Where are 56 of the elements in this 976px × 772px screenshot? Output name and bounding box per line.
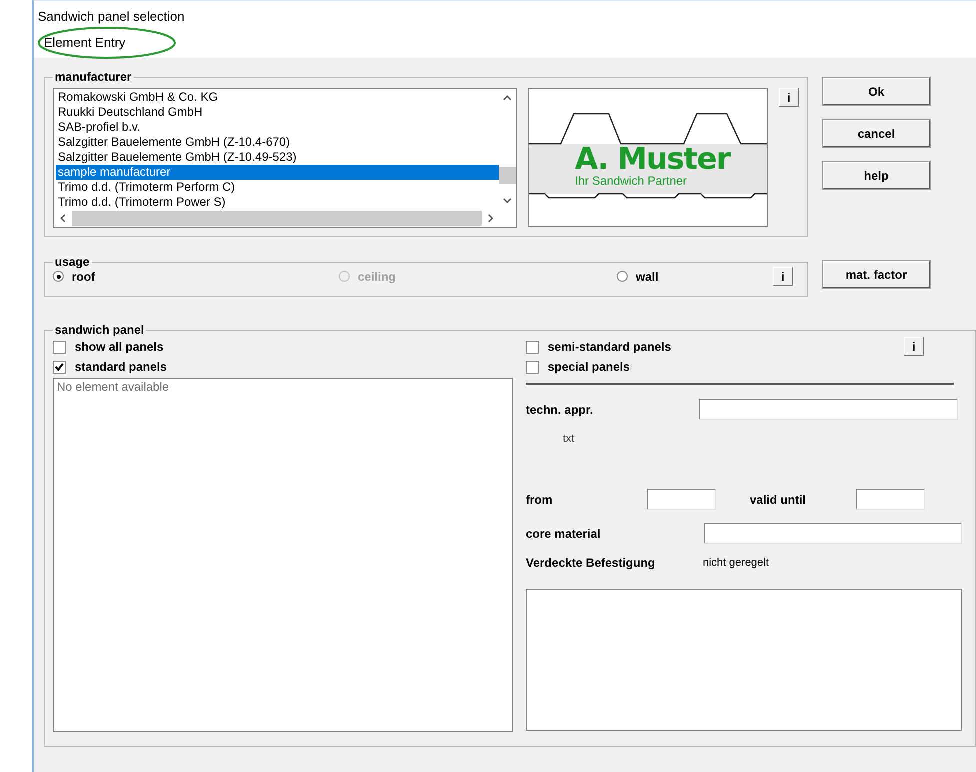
- checkbox[interactable]: [53, 360, 66, 374]
- field-label: core material: [526, 526, 601, 540]
- group-label: usage: [54, 255, 91, 269]
- info-button[interactable]: i: [773, 267, 793, 286]
- window-title: Sandwich panel selection: [38, 9, 186, 24]
- scroll-thumb[interactable]: [72, 211, 482, 226]
- checkbox-label: semi-standard panels: [548, 340, 672, 354]
- checkbox-label: show all panels: [75, 340, 164, 354]
- group-label: manufacturer: [54, 70, 133, 84]
- list-item[interactable]: Trimo d.d. (Trimoterm Power S): [56, 195, 499, 210]
- scroll-left-icon: [60, 214, 66, 223]
- scroll-down-icon: [503, 198, 512, 204]
- manufacturer-list[interactable]: [53, 88, 517, 228]
- empty-list-text: No element available: [56, 379, 170, 395]
- dialog-button[interactable]: Ok: [823, 78, 930, 105]
- checkbox[interactable]: [526, 360, 539, 374]
- checkbox[interactable]: [526, 340, 539, 354]
- checkbox-label: special panels: [548, 360, 630, 374]
- list-item[interactable]: Romakowski GmbH & Co. KG: [56, 90, 499, 105]
- field-label: valid until: [749, 492, 808, 506]
- list-item[interactable]: sample manufacturer: [56, 165, 499, 180]
- note-text: txt: [563, 433, 576, 445]
- checkbox-label: standard panels: [75, 360, 168, 374]
- input-field[interactable]: [856, 489, 925, 510]
- logo-title: A. Muster: [575, 145, 730, 175]
- field-label: Verdeckte Befestigung: [526, 556, 656, 570]
- check-icon: [54, 362, 65, 372]
- field-value: nicht geregelt: [703, 557, 770, 569]
- radio-label: roof: [72, 270, 96, 284]
- input-field[interactable]: [699, 399, 958, 420]
- window-subtitle: Element Entry: [43, 35, 127, 50]
- panel-list[interactable]: No element available: [53, 378, 513, 732]
- field-label: from: [526, 492, 554, 506]
- input-field[interactable]: [704, 523, 962, 544]
- dialog-button[interactable]: help: [823, 162, 930, 189]
- radio-label: wall: [636, 270, 659, 284]
- mat-factor-button[interactable]: mat. factor: [823, 261, 930, 288]
- info-button[interactable]: i: [904, 337, 924, 356]
- scroll-thumb[interactable]: [499, 167, 516, 184]
- radio-button[interactable]: [53, 271, 64, 282]
- list-item[interactable]: Salzgitter Bauelemente GmbH (Z-10.49-523): [56, 150, 499, 165]
- list-item[interactable]: Trimo d.d. (Trimoterm Perform C): [56, 180, 499, 195]
- radio-button[interactable]: [617, 271, 628, 282]
- scroll-right-icon: [488, 214, 494, 223]
- info-button[interactable]: i: [779, 88, 799, 107]
- list-item[interactable]: SAB-profiel b.v.: [56, 120, 499, 135]
- list-item[interactable]: Salzgitter Bauelemente GmbH (Z-10.4-670): [56, 135, 499, 150]
- dialog-button[interactable]: cancel: [823, 120, 930, 147]
- field-label: techn. appr.: [526, 402, 594, 416]
- checkbox[interactable]: [53, 340, 66, 354]
- input-field[interactable]: [647, 489, 716, 510]
- scroll-up-icon: [503, 95, 512, 101]
- logo-subtitle: Ihr Sandwich Partner: [575, 175, 688, 188]
- list-item[interactable]: Ruukki Deutschland GmbH: [56, 105, 499, 120]
- group-label: sandwich panel: [54, 323, 146, 337]
- radio-label: ceiling: [358, 270, 396, 284]
